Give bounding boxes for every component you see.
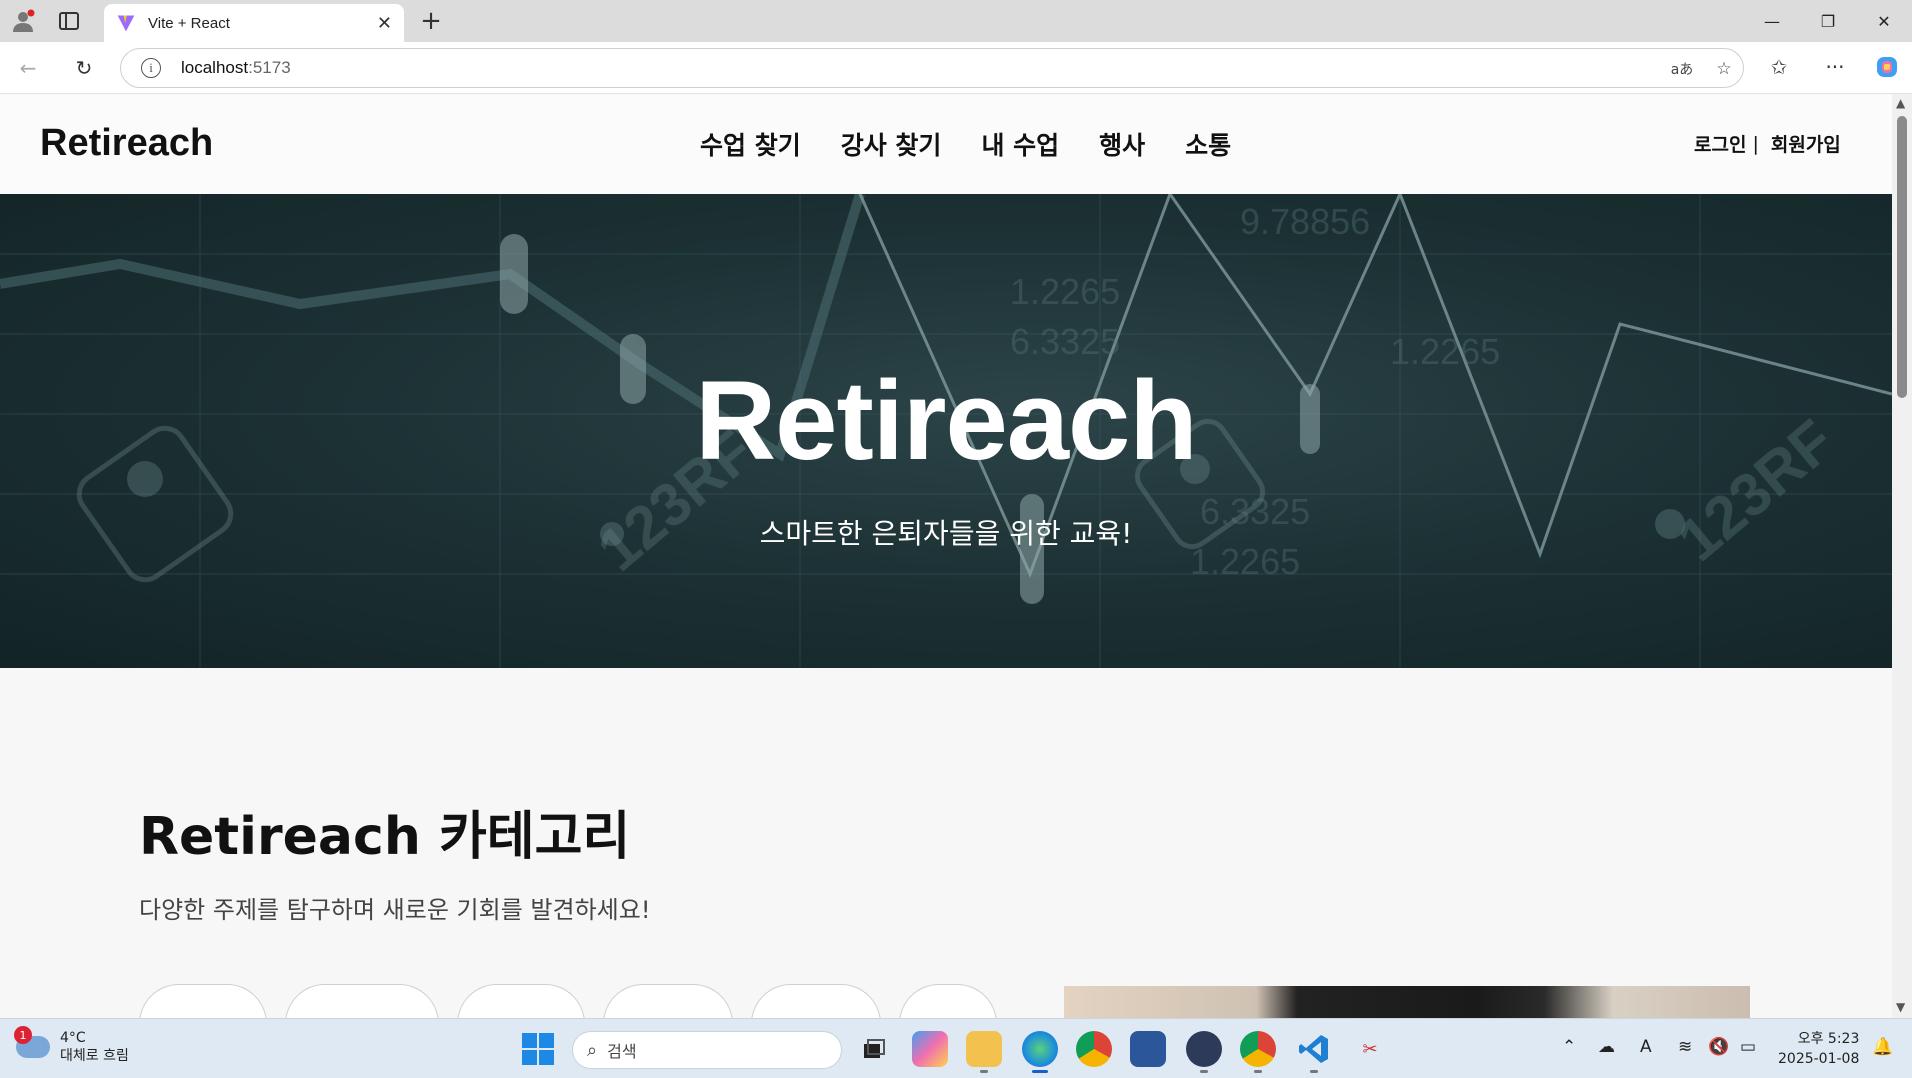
new-tab-button[interactable]: + (416, 6, 446, 36)
copilot-app-icon[interactable] (912, 1031, 948, 1067)
main-nav: 수업 찾기 강사 찾기 내 수업 행사 소통 (700, 126, 1231, 162)
task-view-icon[interactable] (856, 1031, 892, 1067)
page-viewport: Retireach 수업 찾기 강사 찾기 내 수업 행사 소통 로그인 | 회… (0, 94, 1892, 1018)
weather-temperature: 4°C (60, 1030, 86, 1046)
snipping-tool-icon[interactable]: ✂ (1352, 1031, 1388, 1067)
windows-taskbar: 1 4°C 대체로 흐림 ⌕ 검색 ✂ ⌃ ☁ A ≋ 🔇 ▭ 오후 5:23 … (0, 1018, 1912, 1078)
page-scrollbar[interactable]: ▲ ▼ (1892, 94, 1912, 1018)
close-tab-icon[interactable]: ✕ (377, 13, 392, 34)
nav-community[interactable]: 소통 (1185, 126, 1231, 162)
address-bar-row: ← ↻ i localhost:5173 aあ ☆ (0, 42, 1912, 94)
category-pill[interactable] (603, 984, 733, 1018)
weather-badge: 1 (14, 1026, 32, 1044)
taskbar-search[interactable]: ⌕ 검색 (572, 1031, 842, 1069)
battery-icon[interactable]: ▭ (1740, 1037, 1756, 1057)
search-icon: ⌕ (587, 1039, 598, 1061)
tab-title: Vite + React (148, 14, 230, 32)
auth-separator: | (1752, 132, 1759, 155)
favorite-star-icon[interactable]: ☆ (1711, 56, 1737, 82)
category-pill-list (139, 984, 997, 1018)
edge-browser-icon[interactable] (1022, 1031, 1058, 1073)
category-section-description: 다양한 주제를 탐구하며 새로운 기회를 발견하세요! (139, 896, 651, 924)
site-header: Retireach 수업 찾기 강사 찾기 내 수업 행사 소통 로그인 | 회… (0, 94, 1892, 194)
scrollbar-thumb[interactable] (1897, 116, 1907, 398)
volume-muted-icon[interactable]: 🔇 (1708, 1037, 1729, 1057)
input-method-icon[interactable]: A (1640, 1037, 1652, 1057)
vscode-icon[interactable] (1296, 1031, 1332, 1073)
hero-title: Retireach (695, 358, 1197, 483)
translate-icon[interactable]: aあ (1669, 56, 1695, 82)
show-hidden-icons-chevron-icon[interactable]: ⌃ (1562, 1037, 1576, 1057)
hero-banner: 1.2265 6.3325 9.78856 1.2265 6.3325 1.2265 … (0, 194, 1892, 668)
svg-text:1.2265: 1.2265 (1010, 271, 1120, 312)
nav-events[interactable]: 행사 (1099, 126, 1145, 162)
copilot-icon[interactable] (1872, 52, 1902, 82)
category-pill[interactable] (751, 984, 881, 1018)
chrome-profile-icon[interactable] (1240, 1031, 1276, 1073)
nav-find-classes[interactable]: 수업 찾기 (700, 126, 801, 162)
signup-link[interactable]: 회원가입 (1771, 130, 1841, 157)
auth-links: 로그인 | 회원가입 (1694, 130, 1841, 157)
site-info-icon[interactable]: i (141, 58, 161, 78)
nav-my-classes[interactable]: 내 수업 (981, 126, 1059, 162)
url-text: localhost:5173 (181, 58, 291, 77)
category-pill[interactable] (285, 984, 439, 1018)
weather-widget[interactable]: 1 4°C 대체로 흐림 (14, 1026, 129, 1065)
tab-actions-icon[interactable] (54, 6, 84, 36)
cloud-off-icon[interactable]: ☁ (1598, 1037, 1615, 1057)
nav-find-instructors[interactable]: 강사 찾기 (841, 126, 942, 162)
category-pill[interactable] (457, 984, 585, 1018)
clock-app-icon[interactable] (1186, 1031, 1222, 1073)
file-explorer-icon[interactable] (966, 1031, 1002, 1073)
svg-text:9.78856: 9.78856 (1240, 201, 1370, 242)
microsoft-store-icon[interactable] (1130, 1031, 1166, 1067)
tab-active[interactable]: Vite + React ✕ (104, 4, 404, 42)
wifi-icon[interactable]: ≋ (1678, 1037, 1692, 1057)
back-button[interactable]: ← (12, 52, 44, 84)
chrome-icon[interactable] (1076, 1031, 1112, 1067)
category-pill[interactable] (899, 984, 997, 1018)
scroll-down-arrow-icon[interactable]: ▼ (1896, 1000, 1905, 1014)
scroll-up-arrow-icon[interactable]: ▲ (1896, 96, 1905, 110)
category-pill[interactable] (139, 984, 267, 1018)
weather-description: 대체로 흐림 (60, 1048, 129, 1064)
favorites-icon[interactable]: ✩ (1764, 52, 1794, 82)
category-feature-image (1064, 986, 1750, 1018)
login-link[interactable]: 로그인 (1694, 130, 1746, 157)
clock-date: 2025-01-08 (1778, 1051, 1860, 1067)
system-clock[interactable]: 오후 5:23 2025-01-08 (1778, 1029, 1859, 1069)
restore-button[interactable]: ❐ (1800, 0, 1856, 42)
hero-subtitle: 스마트한 은퇴자들을 위한 교육! (759, 517, 1133, 550)
vite-favicon-icon (117, 15, 135, 32)
category-section-title: Retireach 카테고리 (139, 807, 631, 867)
start-button[interactable] (522, 1033, 554, 1065)
url-field[interactable]: i localhost:5173 aあ ☆ (120, 48, 1744, 88)
reload-button[interactable]: ↻ (68, 52, 100, 84)
close-window-button[interactable]: ✕ (1856, 0, 1912, 42)
site-logo[interactable]: Retireach (40, 122, 213, 165)
clock-time: 오후 5:23 (1797, 1031, 1860, 1047)
cloud-icon: 1 (14, 1026, 50, 1058)
minimize-button[interactable]: — (1744, 0, 1800, 42)
more-options-icon[interactable]: ··· (1820, 52, 1850, 82)
profile-icon[interactable] (8, 6, 38, 36)
notifications-bell-icon[interactable]: 🔔 (1872, 1037, 1893, 1057)
browser-tab-bar: Vite + React ✕ + — ❐ ✕ (0, 0, 1912, 42)
search-placeholder: 검색 (607, 1042, 637, 1061)
